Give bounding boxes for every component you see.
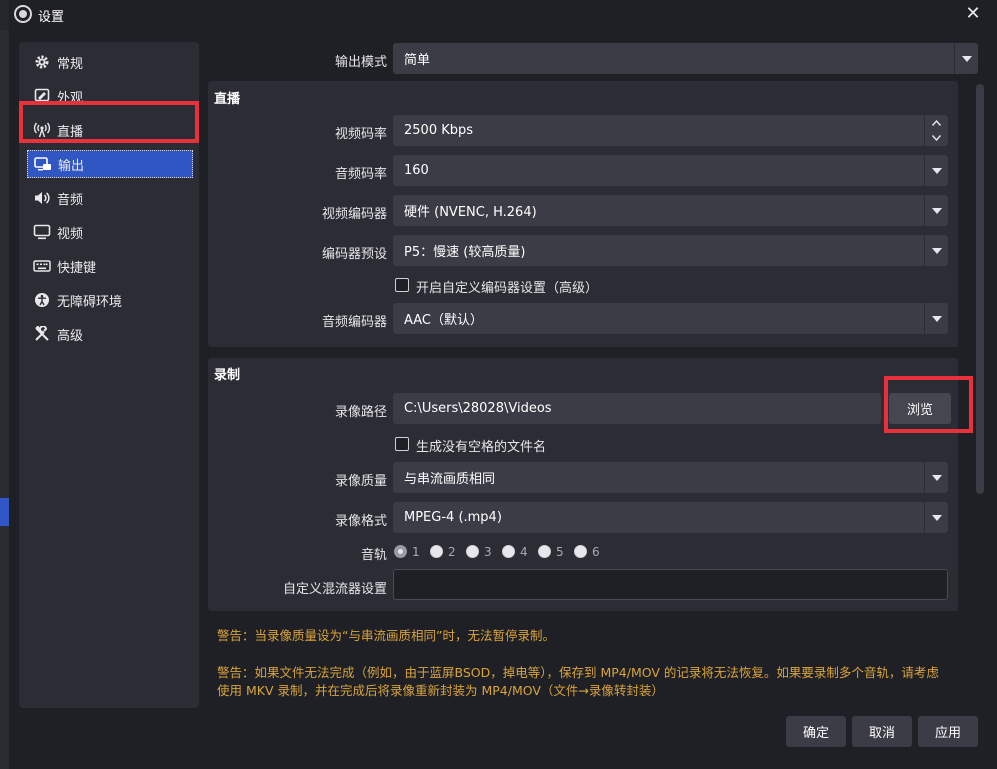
video-bitrate-label: 视频码率	[334, 127, 387, 142]
sidebar-item-label: 无障碍环境	[57, 294, 123, 310]
encoder-preset-label: 编码器预设	[321, 247, 387, 262]
sidebar-item-general[interactable]: 常规	[27, 48, 193, 76]
recording-group-title: 录制	[214, 368, 241, 383]
sidebar-item-label: 输出	[58, 158, 85, 174]
sidebar-item-label: 直播	[57, 124, 84, 140]
chevron-down-icon[interactable]	[954, 43, 978, 74]
chevron-up-icon[interactable]	[925, 115, 948, 131]
speaker-icon	[31, 189, 53, 207]
sidebar-item-label: 视频	[57, 226, 84, 242]
browse-button[interactable]: 浏览	[889, 393, 951, 424]
track-4-radio[interactable]	[502, 545, 515, 558]
streaming-group-title: 直播	[214, 92, 241, 107]
recording-format-select[interactable]: MPEG-4 (.mp4)	[393, 502, 948, 533]
audio-tracks-label: 音轨	[360, 548, 387, 563]
background-app-left-strip	[0, 30, 9, 769]
sidebar-item-hotkeys[interactable]: 快捷键	[27, 252, 193, 280]
chevron-down-icon[interactable]	[924, 303, 948, 334]
sidebar-item-stream[interactable]: 直播	[27, 116, 193, 144]
muxer-settings-label: 自定义混流器设置	[282, 582, 387, 597]
chevron-down-icon[interactable]	[924, 155, 948, 186]
ok-button[interactable]: 确定	[786, 716, 846, 747]
muxer-settings-input[interactable]	[393, 569, 948, 600]
output-mode-select[interactable]: 简单	[393, 43, 978, 74]
recording-path-input[interactable]: C:\Users\28028\Videos	[393, 393, 881, 424]
sidebar-item-advanced[interactable]: 高级	[27, 320, 193, 348]
chevron-down-icon[interactable]	[924, 462, 948, 493]
sidebar-item-audio[interactable]: 音频	[27, 184, 193, 212]
spin-buttons[interactable]	[924, 115, 948, 146]
custom-encoder-label[interactable]: 开启自定义编码器设置（高级）	[416, 277, 598, 296]
audio-bitrate-label: 音频码率	[334, 167, 387, 182]
title-bar: 设置 ✕	[9, 0, 997, 30]
scrollbar-thumb[interactable]	[976, 84, 984, 494]
gear-icon	[31, 53, 53, 71]
tools-icon	[31, 325, 53, 343]
track-1-radio[interactable]	[394, 545, 407, 558]
no-space-filename-label[interactable]: 生成没有空格的文件名	[416, 436, 546, 455]
appearance-icon	[31, 87, 53, 105]
track-2-radio[interactable]	[430, 545, 443, 558]
chevron-down-icon[interactable]	[925, 131, 948, 147]
custom-encoder-checkbox[interactable]	[395, 278, 409, 292]
track-3-label: 3	[484, 545, 492, 559]
keyboard-icon	[31, 257, 53, 275]
recovery-warning-line1: 警告：如果文件无法完成（例如，由于蓝屏BSOD，掉电等），保存到 MP4/MOV…	[217, 665, 939, 680]
track-5-radio[interactable]	[538, 545, 551, 558]
sidebar-item-label: 音频	[57, 192, 84, 208]
sidebar-item-label: 外观	[57, 90, 84, 106]
no-space-filename-checkbox[interactable]	[395, 437, 409, 451]
sidebar-item-accessibility[interactable]: 无障碍环境	[27, 286, 193, 314]
window-title: 设置	[38, 10, 65, 25]
background-app-selection	[0, 498, 9, 526]
cancel-button[interactable]: 取消	[852, 716, 912, 747]
recovery-warning-line2: 使用 MKV 录制，并在完成后将录像重新封装为 MP4/MOV（文件→录像转封装…	[217, 683, 664, 698]
track-4-label: 4	[520, 545, 528, 559]
track-6-radio[interactable]	[574, 545, 587, 558]
recording-path-label: 录像路径	[334, 405, 387, 420]
accessibility-icon	[31, 291, 53, 309]
chevron-down-icon[interactable]	[924, 235, 948, 266]
track-2-label: 2	[448, 545, 456, 559]
settings-sidebar: 常规 外观 直播 输出 音频 视频 快捷键 无障碍环境 高级	[19, 42, 199, 708]
chevron-down-icon[interactable]	[924, 195, 948, 226]
track-6-label: 6	[592, 545, 600, 559]
apply-button[interactable]: 应用	[918, 716, 978, 747]
audio-bitrate-select[interactable]: 160	[393, 155, 948, 186]
output-mode-label: 输出模式	[334, 55, 387, 70]
track-3-radio[interactable]	[466, 545, 479, 558]
video-encoder-label: 视频编码器	[321, 207, 387, 222]
recording-quality-label: 录像质量	[334, 474, 387, 489]
close-icon[interactable]: ✕	[963, 4, 983, 24]
obs-logo-icon	[14, 5, 32, 23]
sidebar-item-label: 常规	[57, 56, 84, 72]
chevron-down-icon[interactable]	[924, 502, 948, 533]
sidebar-item-video[interactable]: 视频	[27, 218, 193, 246]
settings-dialog: 设置 ✕ 常规 外观 直播 输出 音频 视频 快捷键 无障碍环境 高级 输出模式…	[9, 0, 997, 769]
sidebar-item-label: 高级	[57, 328, 84, 344]
track-1-label: 1	[412, 545, 420, 559]
video-bitrate-spinbox[interactable]: 2500 Kbps	[393, 115, 948, 146]
encoder-preset-select[interactable]: P5：慢速 (较高质量)	[393, 235, 948, 266]
video-encoder-select[interactable]: 硬件 (NVENC, H.264)	[393, 195, 948, 226]
sidebar-item-label: 快捷键	[57, 260, 97, 276]
audio-encoder-select[interactable]: AAC（默认）	[393, 303, 948, 334]
recording-format-label: 录像格式	[334, 514, 387, 529]
output-icon	[32, 155, 54, 173]
track-5-label: 5	[556, 545, 564, 559]
recording-quality-select[interactable]: 与串流画质相同	[393, 462, 948, 493]
pause-warning: 警告：当录像质量设为“与串流画质相同”时，无法暂停录制。	[217, 628, 555, 643]
audio-encoder-label: 音频编码器	[321, 315, 387, 330]
monitor-icon	[31, 223, 53, 241]
broadcast-icon	[31, 121, 53, 139]
sidebar-item-output[interactable]: 输出	[27, 150, 193, 178]
sidebar-item-appearance[interactable]: 外观	[27, 82, 193, 110]
